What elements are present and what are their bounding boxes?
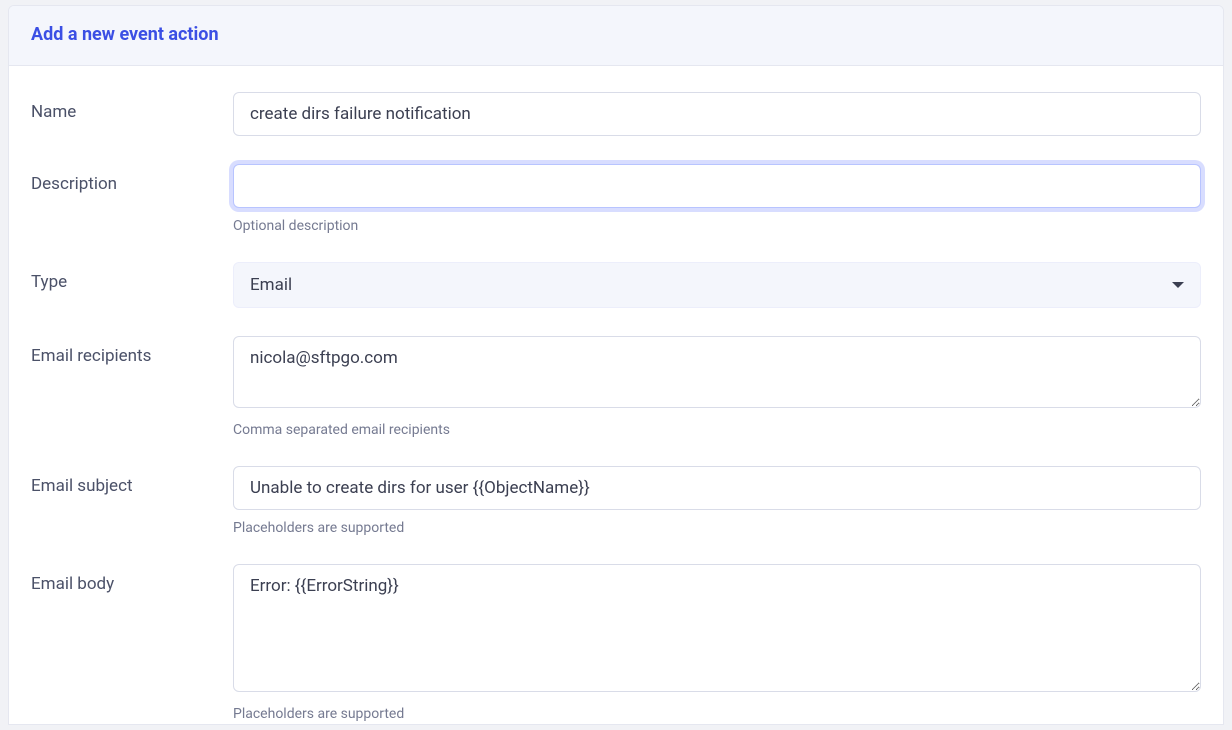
panel-title: Add a new event action xyxy=(31,24,1201,45)
name-input[interactable] xyxy=(233,92,1201,136)
label-name: Name xyxy=(31,92,233,122)
field-body-wrapper: Placeholders are supported xyxy=(233,564,1201,722)
label-type: Type xyxy=(31,262,233,292)
hint-description: Optional description xyxy=(233,218,1201,234)
row-subject: Email subject Placeholders are supported xyxy=(31,466,1201,536)
row-description: Description Optional description xyxy=(31,164,1201,234)
type-select[interactable]: Email xyxy=(233,262,1201,308)
row-type: Type Email xyxy=(31,262,1201,308)
type-select-display[interactable]: Email xyxy=(233,262,1201,308)
recipients-textarea[interactable] xyxy=(233,336,1201,408)
hint-recipients: Comma separated email recipients xyxy=(233,422,1201,438)
field-recipients-wrapper: Comma separated email recipients xyxy=(233,336,1201,438)
type-select-value: Email xyxy=(250,275,292,295)
hint-body: Placeholders are supported xyxy=(233,706,1201,722)
field-description-wrapper: Optional description xyxy=(233,164,1201,234)
row-name: Name xyxy=(31,92,1201,136)
body-textarea[interactable] xyxy=(233,564,1201,692)
panel-header: Add a new event action xyxy=(9,6,1223,66)
row-recipients: Email recipients Comma separated email r… xyxy=(31,336,1201,438)
label-recipients: Email recipients xyxy=(31,336,233,366)
event-action-panel: Add a new event action Name Description … xyxy=(8,5,1224,725)
label-description: Description xyxy=(31,164,233,194)
chevron-down-icon xyxy=(1172,282,1184,288)
hint-subject: Placeholders are supported xyxy=(233,520,1201,536)
panel-body: Name Description Optional description Ty… xyxy=(9,66,1223,722)
label-subject: Email subject xyxy=(31,466,233,496)
subject-input[interactable] xyxy=(233,466,1201,510)
field-name-wrapper xyxy=(233,92,1201,136)
field-subject-wrapper: Placeholders are supported xyxy=(233,466,1201,536)
row-body: Email body Placeholders are supported xyxy=(31,564,1201,722)
field-type-wrapper: Email xyxy=(233,262,1201,308)
description-input[interactable] xyxy=(233,164,1201,208)
label-body: Email body xyxy=(31,564,233,594)
